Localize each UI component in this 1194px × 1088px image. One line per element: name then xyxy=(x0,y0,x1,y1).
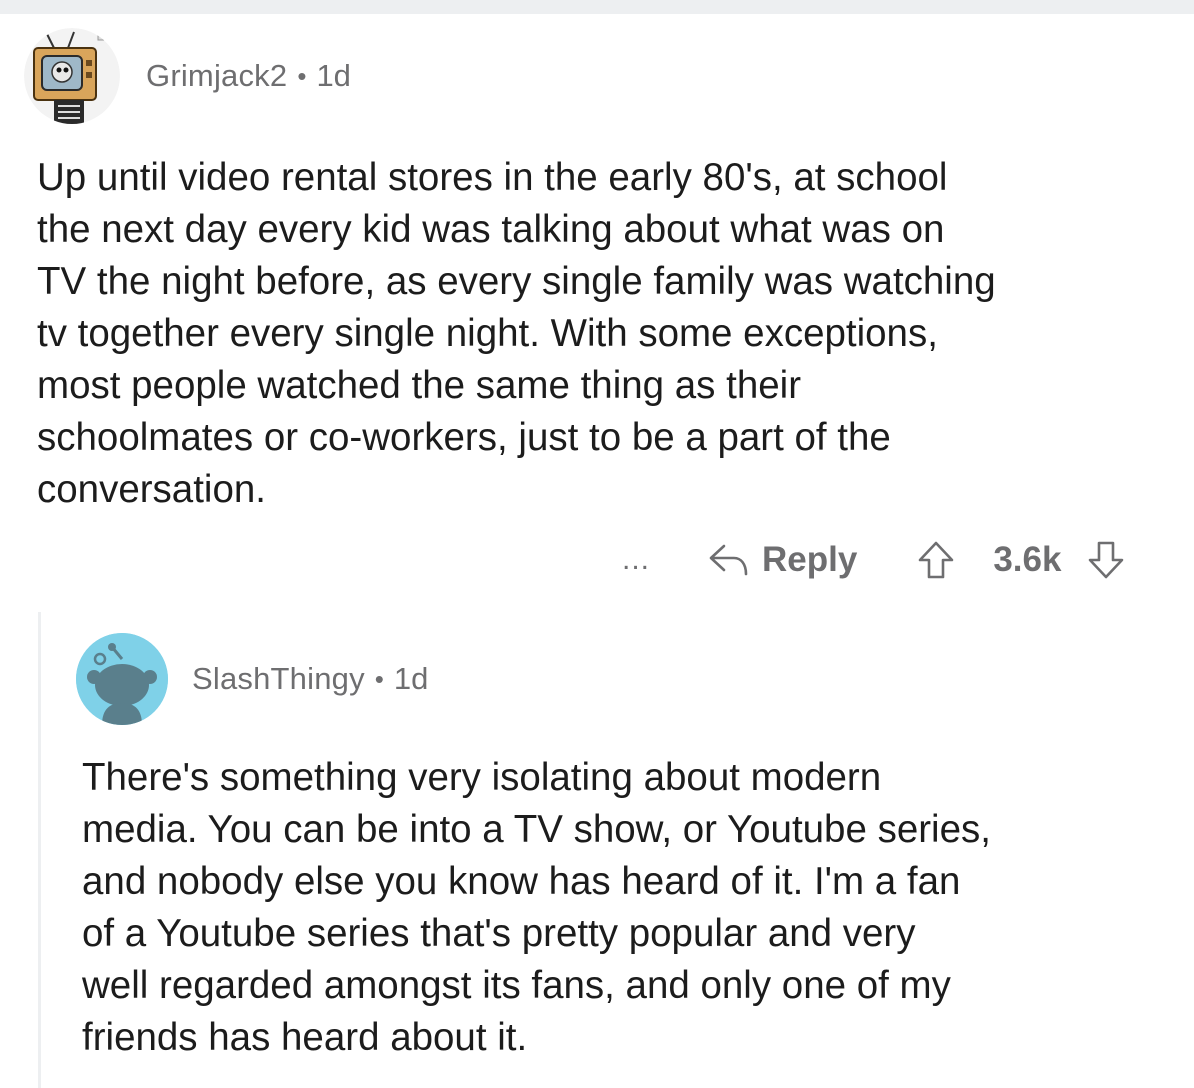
downvote-button[interactable] xyxy=(1087,540,1125,580)
reply-comment-header: SlashThingy • 1d xyxy=(76,633,428,725)
upvote-arrow-icon xyxy=(919,541,954,579)
reply-arrow-icon xyxy=(709,544,748,576)
comment-action-bar: ... Reply 3.6k xyxy=(600,530,1160,590)
top-divider xyxy=(0,0,1194,14)
reply-button[interactable]: Reply xyxy=(708,540,857,580)
username[interactable]: Grimjack2 xyxy=(146,58,287,94)
reply-comment-body: There's something very isolating about m… xyxy=(82,756,991,1059)
more-options-button[interactable]: ... xyxy=(614,543,658,577)
tv-head-skeleton-avatar-icon xyxy=(24,28,120,124)
thread-line[interactable] xyxy=(38,612,41,1088)
username[interactable]: SlashThingy xyxy=(192,661,365,697)
timestamp[interactable]: 1d xyxy=(316,58,350,94)
timestamp[interactable]: 1d xyxy=(394,661,428,697)
comment-body: Up until video rental stores in the earl… xyxy=(37,156,996,511)
user-avatar-slashthingy[interactable] xyxy=(76,633,168,725)
separator-dot: • xyxy=(374,663,384,694)
user-avatar-grimjack2[interactable] xyxy=(24,28,120,124)
vote-count: 3.6k xyxy=(993,540,1062,579)
upvote-button[interactable] xyxy=(917,540,955,580)
downvote-arrow-icon xyxy=(1089,541,1124,579)
separator-dot: • xyxy=(297,60,307,91)
reply-label: Reply xyxy=(762,540,858,579)
comment-header: Grimjack2 • 1d xyxy=(24,28,351,124)
reddit-snoo-avatar-icon xyxy=(76,633,168,725)
